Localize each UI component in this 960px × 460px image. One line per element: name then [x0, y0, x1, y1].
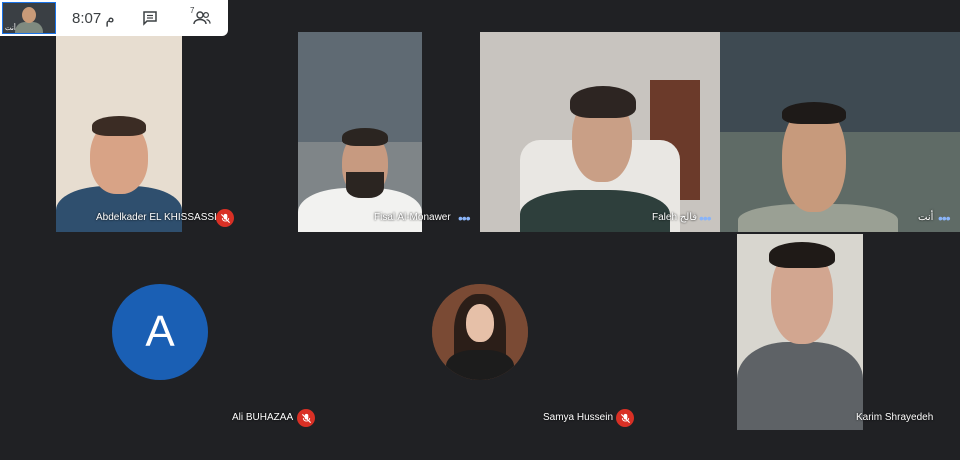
meeting-grid: أنت 8:07 م 7 Abdelkader EL KHISSASSI Fis…: [0, 0, 960, 460]
participant-name: Karim Shrayedeh: [856, 412, 934, 423]
chat-icon[interactable]: [142, 10, 158, 30]
more-options-icon[interactable]: •••: [699, 211, 712, 225]
self-view-thumbnail[interactable]: أنت: [2, 2, 56, 34]
participant-tile[interactable]: [720, 32, 960, 232]
meeting-clock: 8:07 م: [72, 10, 115, 27]
more-options-icon[interactable]: •••: [938, 211, 951, 225]
people-icon[interactable]: [193, 10, 211, 30]
participant-tile[interactable]: [298, 32, 422, 232]
top-bar: أنت 8:07 م 7: [0, 0, 228, 36]
participant-avatar: [432, 284, 528, 380]
participant-name: Fisal Al-Monawer: [374, 212, 451, 223]
participant-name: Faleh فالح: [652, 212, 698, 223]
participant-name: Abdelkader EL KHISSASSI: [96, 212, 217, 223]
mic-off-icon: [297, 409, 315, 427]
participant-tile[interactable]: [480, 32, 720, 232]
participant-name: Samya Hussein: [543, 412, 614, 423]
participant-tile[interactable]: [737, 234, 863, 430]
self-label: أنت: [5, 25, 16, 32]
participant-name: أنت: [918, 212, 934, 223]
more-options-icon[interactable]: •••: [458, 211, 471, 225]
participant-avatar: A: [112, 284, 208, 380]
participant-tile[interactable]: [56, 36, 182, 232]
participant-name: Ali BUHAZAA: [232, 412, 294, 423]
avatar-letter: A: [145, 307, 175, 356]
mic-off-icon: [216, 209, 234, 227]
mic-off-icon: [616, 409, 634, 427]
